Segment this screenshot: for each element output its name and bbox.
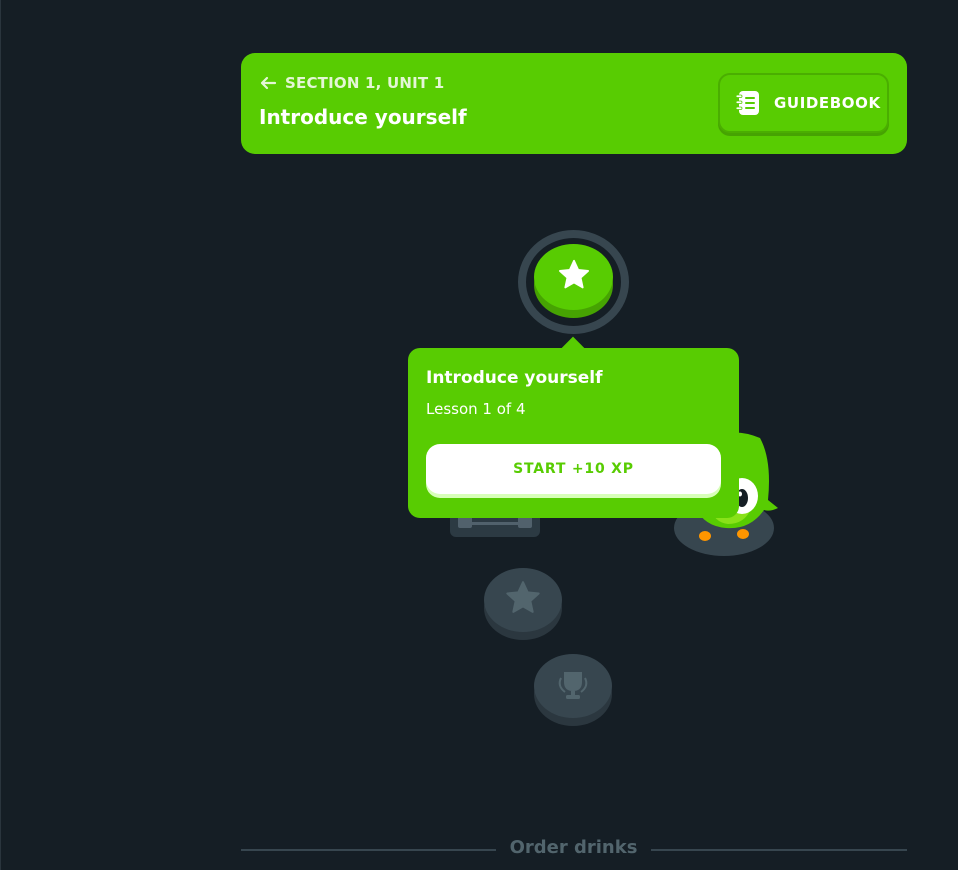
start-lesson-button[interactable]: START +10 XP <box>426 444 721 494</box>
trophy-icon <box>553 664 593 708</box>
star-icon <box>556 257 592 297</box>
section-label: SECTION 1, UNIT 1 <box>285 74 445 92</box>
lesson-progress: Lesson 1 of 4 <box>426 400 526 418</box>
lesson-title: Introduce yourself <box>426 368 603 388</box>
guidebook-button[interactable]: GUIDEBOOK <box>718 73 889 133</box>
notebook-icon <box>734 89 762 117</box>
lesson-node-locked[interactable] <box>484 568 562 632</box>
star-icon <box>503 578 543 622</box>
unit-header: SECTION 1, UNIT 1 Introduce yourself GUI… <box>241 53 907 154</box>
lesson-popover: Introduce yourself Lesson 1 of 4 START +… <box>408 348 739 518</box>
section-back-link[interactable]: SECTION 1, UNIT 1 <box>258 73 444 93</box>
lesson-node-active[interactable] <box>534 244 613 310</box>
next-unit-title: Order drinks <box>509 837 638 858</box>
arrow-left-icon <box>258 73 278 93</box>
divider-left <box>241 849 496 851</box>
divider-right <box>651 849 907 851</box>
unit-title: Introduce yourself <box>259 105 467 129</box>
sidebar-border <box>0 0 1 870</box>
guidebook-label: GUIDEBOOK <box>774 94 881 112</box>
unit-review-node[interactable] <box>534 654 612 718</box>
